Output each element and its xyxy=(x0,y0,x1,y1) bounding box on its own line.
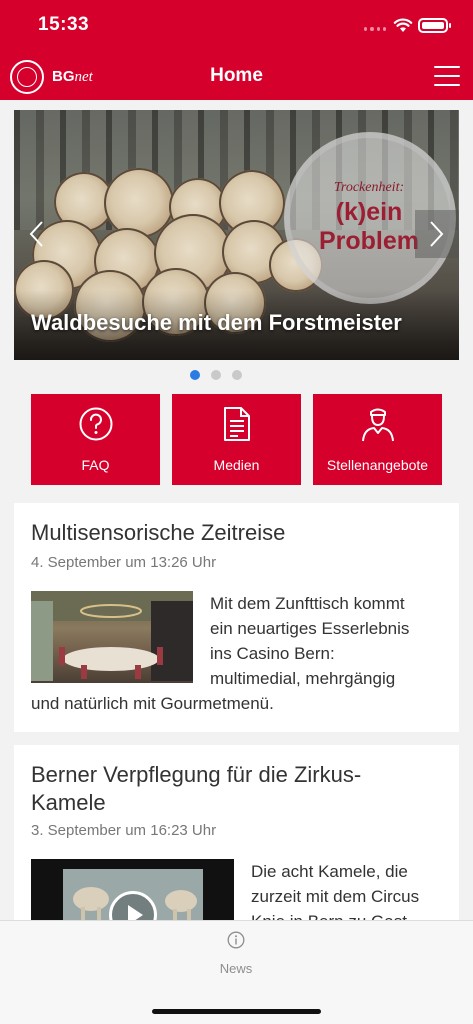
info-icon xyxy=(227,931,245,949)
faq-tile[interactable]: FAQ xyxy=(31,394,160,485)
tab-label: News xyxy=(219,961,253,976)
tile-label: Stellenangebote xyxy=(326,457,429,473)
hamburger-icon[interactable] xyxy=(434,66,460,88)
tile-label: FAQ xyxy=(81,457,110,473)
news-title[interactable]: Multisensorische Zeitreise xyxy=(31,519,285,547)
status-time: 15:33 xyxy=(38,14,90,35)
news-excerpt: Mit dem Zunfttisch kommt ein neuartiges … xyxy=(210,594,410,688)
chevron-right-icon[interactable] xyxy=(415,210,459,258)
news-title[interactable]: Berner Verpflegung für die Zirkus- Kamel… xyxy=(31,761,361,817)
status-bar: 15:33 xyxy=(0,0,473,54)
app-screen: 15:33 BGnet Home Trockenheit: (k)ein Pro… xyxy=(0,0,473,1024)
news-date: 3. September um 16:23 Uhr xyxy=(31,822,217,839)
page-title: Home xyxy=(210,65,263,86)
news-excerpt-continued: und natürlich mit Gourmetmenü. xyxy=(31,694,274,713)
news-card[interactable]: Multisensorische Zeitreise 4. September … xyxy=(14,503,459,732)
cellular-signal-icon xyxy=(364,27,386,33)
news-carousel[interactable]: Trockenheit: (k)ein Problem Waldbesuche … xyxy=(14,110,459,360)
news-thumbnail[interactable] xyxy=(31,591,193,683)
wifi-icon xyxy=(393,18,413,32)
stellenangebote-tile[interactable]: Stellenangebote xyxy=(313,394,442,485)
carousel-dot[interactable] xyxy=(232,370,242,380)
document-icon xyxy=(172,406,301,442)
person-icon xyxy=(313,406,442,442)
carousel-dot[interactable] xyxy=(211,370,221,380)
chevron-left-icon[interactable] xyxy=(14,210,58,258)
home-indicator xyxy=(152,1009,321,1014)
question-icon xyxy=(31,406,160,442)
tile-label: Medien xyxy=(213,457,260,473)
carousel-dot[interactable] xyxy=(190,370,200,380)
tab-news[interactable]: News xyxy=(206,931,266,976)
carousel-page-indicator[interactable] xyxy=(190,370,242,380)
battery-icon xyxy=(418,18,451,33)
news-date: 4. September um 13:26 Uhr xyxy=(31,554,217,571)
slide-caption[interactable]: Waldbesuche mit dem Forstmeister xyxy=(31,310,402,336)
navigation-bar: BGnet Home xyxy=(0,54,473,100)
slide-kicker: Trockenheit: xyxy=(333,180,405,195)
medien-tile[interactable]: Medien xyxy=(172,394,301,485)
